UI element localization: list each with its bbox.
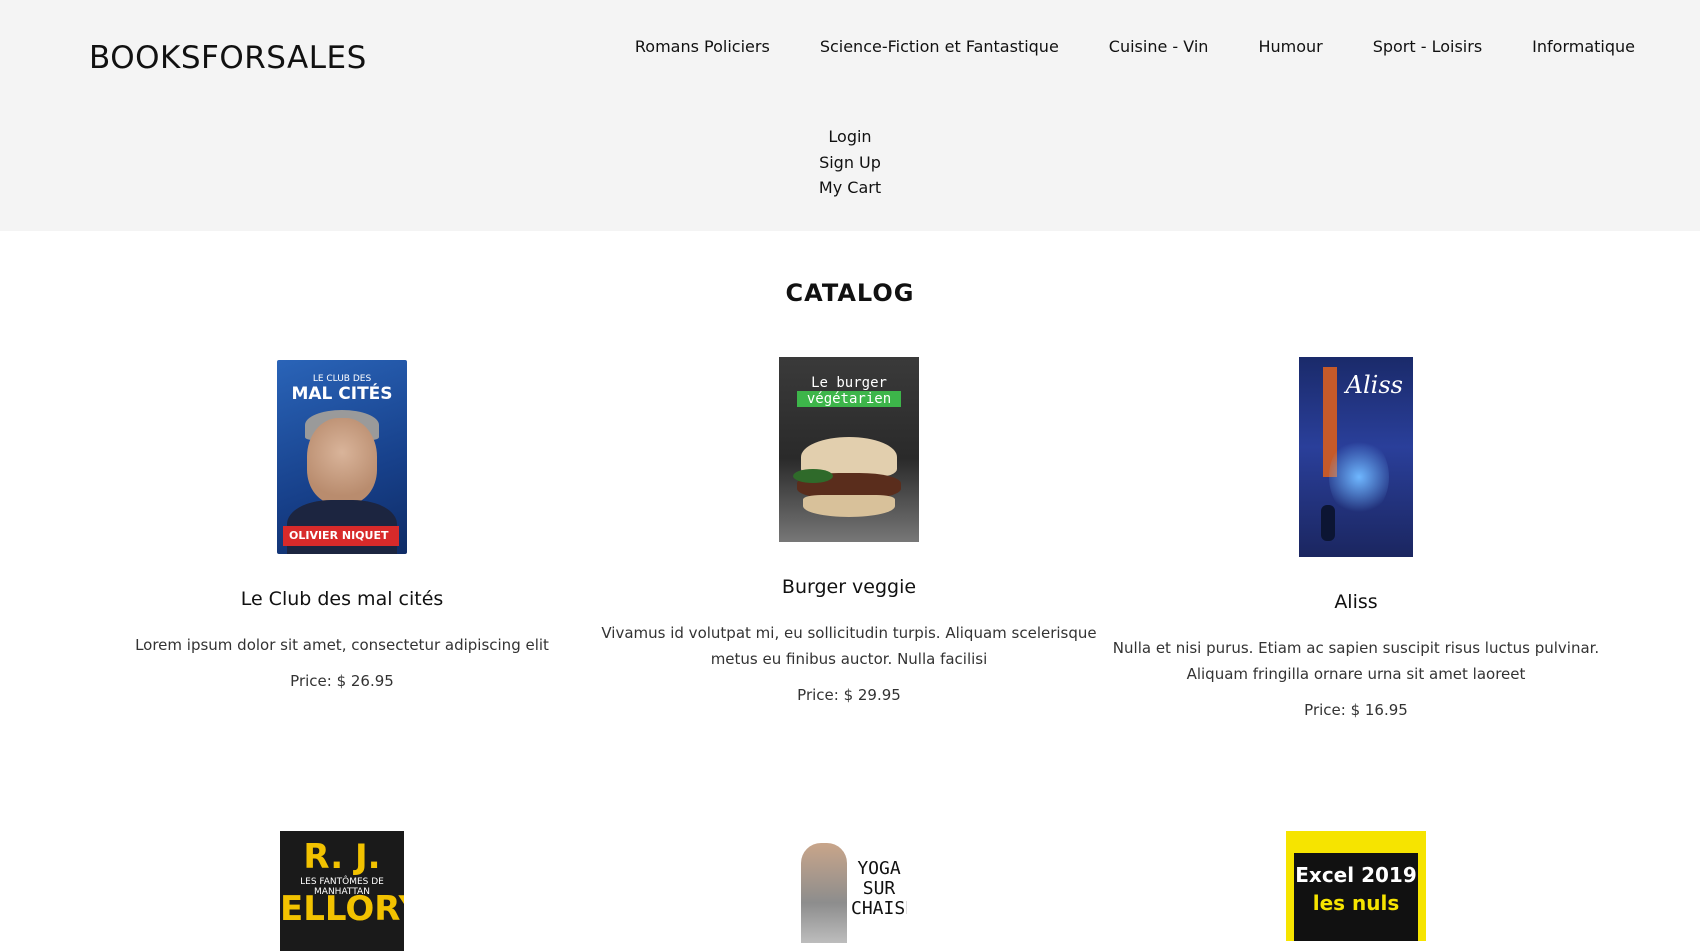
book-cover-image[interactable]: LE CLUB DES MAL CITÉS OLIVIER NIQUET [277, 360, 407, 554]
cover-leaf-art [793, 469, 833, 483]
product-card: YOGA SUR CHAISE [595, 833, 1103, 943]
cover-text: Le burger [811, 375, 887, 391]
cover-text: ELLORY [280, 889, 404, 929]
cart-link[interactable]: My Cart [0, 175, 1700, 201]
product-description: Lorem ipsum dolor sit amet, consectetur … [135, 636, 549, 654]
product-card: LE CLUB DES MAL CITÉS OLIVIER NIQUET Le … [88, 360, 596, 690]
nav-item-humour[interactable]: Humour [1258, 37, 1322, 56]
cover-bun-art [803, 495, 895, 517]
cover-text: LE CLUB DES [312, 374, 372, 384]
product-price: Price: $ 16.95 [1304, 701, 1408, 719]
cover-text: les nuls [1312, 891, 1400, 915]
product-title[interactable]: Burger veggie [595, 576, 1103, 598]
cover-text: végétarien [797, 391, 901, 407]
cover-glow-art [1329, 437, 1389, 517]
book-cover-image[interactable]: R. J. LES FANTÔMES DE MANHATTAN ELLORY [280, 831, 404, 951]
login-link[interactable]: Login [0, 124, 1700, 150]
product-price: Price: $ 29.95 [797, 686, 901, 704]
product-description: Nulla et nisi purus. Etiam ac sapien sus… [1112, 639, 1600, 683]
book-cover-image[interactable]: Aliss [1299, 357, 1413, 557]
cover-author-band: OLIVIER NIQUET [283, 526, 399, 546]
account-links: Login Sign Up My Cart [0, 124, 1700, 201]
signup-link[interactable]: Sign Up [0, 150, 1700, 176]
nav-item-romans-policiers[interactable]: Romans Policiers [635, 37, 770, 56]
cover-figure-art [1321, 505, 1335, 541]
product-card: Excel 2019 les nuls [1102, 831, 1610, 941]
product-title[interactable]: Le Club des mal cités [88, 588, 596, 610]
nav-item-informatique[interactable]: Informatique [1532, 37, 1635, 56]
product-title[interactable]: Aliss [1102, 591, 1610, 613]
cover-text: Excel 2019 [1295, 863, 1417, 887]
cover-text: Aliss [1345, 371, 1403, 399]
cover-text: R. J. [303, 837, 381, 877]
category-nav: Romans Policiers Science-Fiction et Fant… [600, 37, 1635, 56]
product-price: Price: $ 26.95 [290, 672, 394, 690]
product-card: Le burger végétarien Burger veggie Vivam… [595, 357, 1103, 704]
book-cover-image[interactable]: Le burger végétarien [779, 357, 919, 542]
nav-item-cuisine-vin[interactable]: Cuisine - Vin [1109, 37, 1209, 56]
cover-text: MAL CITÉS [291, 384, 393, 404]
product-description: Vivamus id volutpat mi, eu sollicitudin … [601, 624, 1097, 668]
book-cover-image[interactable]: Excel 2019 les nuls [1286, 831, 1426, 941]
nav-item-sport-loisirs[interactable]: Sport - Loisirs [1373, 37, 1482, 56]
catalog-title: CATALOG [785, 279, 915, 307]
cover-person-art [801, 843, 847, 943]
product-card: R. J. LES FANTÔMES DE MANHATTAN ELLORY [88, 831, 596, 951]
cover-text: YOGA SUR CHAISE [851, 858, 907, 919]
product-card: Aliss Aliss Nulla et nisi purus. Etiam a… [1102, 357, 1610, 719]
site-header: BOOKSFORSALES Romans Policiers Science-F… [0, 0, 1700, 231]
site-logo[interactable]: BOOKSFORSALES [89, 40, 367, 76]
book-cover-image[interactable]: YOGA SUR CHAISE [791, 833, 907, 943]
nav-item-science-fiction[interactable]: Science-Fiction et Fantastique [820, 37, 1059, 56]
cover-face-art [307, 418, 377, 504]
